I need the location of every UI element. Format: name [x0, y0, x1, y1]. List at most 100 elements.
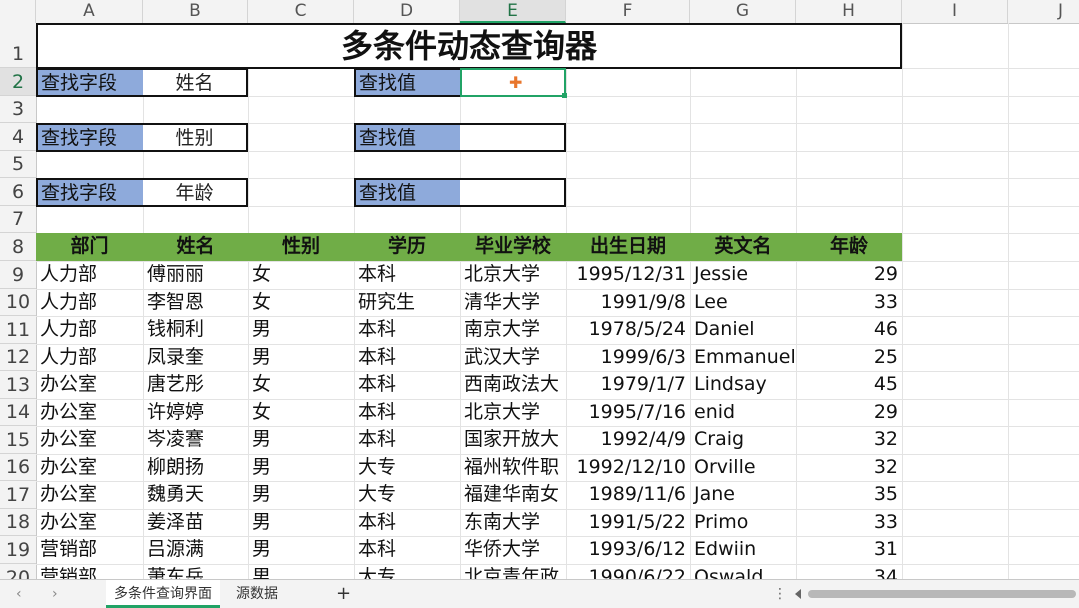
row-header-17[interactable]: 17 [0, 481, 36, 509]
table-cell-school[interactable]: 福州软件职 [460, 454, 566, 482]
table-cell-birthdate[interactable]: 1979/1/7 [566, 371, 690, 399]
table-cell-age[interactable]: 33 [796, 509, 902, 537]
row-header-13[interactable]: 13 [0, 371, 36, 399]
table-cell-name[interactable]: 傅丽丽 [143, 261, 248, 289]
horizontal-scrollbar[interactable] [808, 590, 1076, 598]
table-cell-gender[interactable]: 男 [248, 481, 354, 509]
row-header-9[interactable]: 9 [0, 261, 36, 289]
table-cell-dept[interactable]: 人力部 [36, 344, 143, 372]
row-header-4[interactable]: 4 [0, 123, 36, 151]
table-cell-age[interactable]: 33 [796, 289, 902, 317]
col-header-e[interactable]: E [460, 0, 566, 23]
table-cell-school[interactable]: 东南大学 [460, 509, 566, 537]
table-cell-english-name[interactable]: Daniel [690, 316, 796, 344]
table-cell-school[interactable]: 西南政法大 [460, 371, 566, 399]
row-header-10[interactable]: 10 [0, 289, 36, 316]
table-cell-age[interactable]: 35 [796, 481, 902, 509]
table-cell-gender[interactable]: 男 [248, 344, 354, 372]
table-header-birthdate[interactable]: 出生日期 [566, 233, 690, 261]
table-cell-gender[interactable]: 男 [248, 509, 354, 537]
query-field-select-1[interactable]: 姓名 [143, 68, 248, 97]
table-cell-english-name[interactable]: Orville [690, 454, 796, 482]
table-cell-name[interactable]: 吕源满 [143, 536, 248, 564]
row-header-12[interactable]: 12 [0, 344, 36, 371]
table-cell-age[interactable]: 31 [796, 536, 902, 564]
table-cell-education[interactable]: 本科 [354, 509, 460, 537]
row-header-6[interactable]: 6 [0, 178, 36, 206]
table-header-english-name[interactable]: 英文名 [690, 233, 796, 261]
table-cell-gender[interactable]: 女 [248, 261, 354, 289]
table-cell-name[interactable]: 许婷婷 [143, 399, 248, 427]
table-cell-english-name[interactable]: Jane [690, 481, 796, 509]
select-all-corner[interactable] [0, 0, 36, 23]
row-header-11[interactable]: 11 [0, 316, 36, 344]
add-sheet-button[interactable]: + [328, 580, 359, 608]
table-cell-birthdate[interactable]: 1992/12/10 [566, 454, 690, 482]
table-cell-education[interactable]: 本科 [354, 371, 460, 399]
table-cell-school[interactable]: 武汉大学 [460, 344, 566, 372]
query-field-select-3[interactable]: 年龄 [143, 178, 248, 207]
table-cell-name[interactable]: 魏勇天 [143, 481, 248, 509]
table-cell-name[interactable]: 钱桐利 [143, 316, 248, 344]
table-cell-dept[interactable]: 办公室 [36, 426, 143, 454]
table-cell-school[interactable]: 北京青年政 [460, 564, 566, 579]
row-header-15[interactable]: 15 [0, 426, 36, 454]
col-header-h[interactable]: H [796, 0, 902, 23]
table-cell-education[interactable]: 大专 [354, 454, 460, 482]
row-header-3[interactable]: 3 [0, 96, 36, 123]
table-cell-school[interactable]: 南京大学 [460, 316, 566, 344]
table-cell-english-name[interactable]: Primo [690, 509, 796, 537]
col-header-b[interactable]: B [143, 0, 248, 23]
table-cell-gender[interactable]: 女 [248, 371, 354, 399]
table-cell-school[interactable]: 国家开放大 [460, 426, 566, 454]
query-value-input-2[interactable] [460, 123, 566, 152]
table-cell-birthdate[interactable]: 1991/5/22 [566, 509, 690, 537]
row-header-19[interactable]: 19 [0, 536, 36, 564]
table-cell-dept[interactable]: 办公室 [36, 481, 143, 509]
table-cell-education[interactable]: 本科 [354, 344, 460, 372]
scroll-left-icon[interactable] [795, 589, 801, 599]
page-title[interactable]: 多条件动态查询器 [36, 23, 902, 69]
col-header-a[interactable]: A [36, 0, 143, 23]
table-cell-name[interactable]: 萧东岳 [143, 564, 248, 579]
table-cell-english-name[interactable]: Lindsay [690, 371, 796, 399]
table-cell-age[interactable]: 46 [796, 316, 902, 344]
table-cell-school[interactable]: 福建华南女 [460, 481, 566, 509]
table-cell-english-name[interactable]: Oswald [690, 564, 796, 579]
table-cell-gender[interactable]: 男 [248, 316, 354, 344]
col-header-j[interactable]: J [1008, 0, 1079, 23]
table-cell-birthdate[interactable]: 1989/11/6 [566, 481, 690, 509]
col-header-c[interactable]: C [248, 0, 354, 23]
row-header-14[interactable]: 14 [0, 399, 36, 426]
row-header-5[interactable]: 5 [0, 151, 36, 178]
col-header-f[interactable]: F [566, 0, 690, 23]
table-cell-dept[interactable]: 人力部 [36, 316, 143, 344]
table-cell-english-name[interactable]: enid [690, 399, 796, 427]
table-cell-school[interactable]: 华侨大学 [460, 536, 566, 564]
table-cell-english-name[interactable]: Craig [690, 426, 796, 454]
table-cell-gender[interactable]: 男 [248, 426, 354, 454]
table-cell-birthdate[interactable]: 1993/6/12 [566, 536, 690, 564]
col-header-i[interactable]: I [902, 0, 1008, 23]
table-cell-age[interactable]: 29 [796, 399, 902, 427]
table-cell-gender[interactable]: 男 [248, 454, 354, 482]
table-cell-birthdate[interactable]: 1995/12/31 [566, 261, 690, 289]
row-header-1[interactable]: 1 [0, 23, 36, 68]
table-cell-dept[interactable]: 办公室 [36, 509, 143, 537]
table-cell-birthdate[interactable]: 1999/6/3 [566, 344, 690, 372]
row-header-16[interactable]: 16 [0, 454, 36, 481]
table-header-dept[interactable]: 部门 [36, 233, 143, 261]
table-cell-school[interactable]: 清华大学 [460, 289, 566, 317]
table-cell-name[interactable]: 凤录奎 [143, 344, 248, 372]
table-cell-school[interactable]: 北京大学 [460, 261, 566, 289]
table-cell-name[interactable]: 姜泽苗 [143, 509, 248, 537]
row-header-20[interactable]: 20 [0, 564, 36, 579]
table-cell-gender[interactable]: 男 [248, 536, 354, 564]
table-cell-dept[interactable]: 人力部 [36, 289, 143, 317]
table-cell-dept[interactable]: 营销部 [36, 564, 143, 579]
table-cell-education[interactable]: 大专 [354, 481, 460, 509]
row-header-8[interactable]: 8 [0, 233, 36, 261]
table-cell-education[interactable]: 本科 [354, 536, 460, 564]
table-cell-age[interactable]: 25 [796, 344, 902, 372]
row-header-18[interactable]: 18 [0, 509, 36, 536]
